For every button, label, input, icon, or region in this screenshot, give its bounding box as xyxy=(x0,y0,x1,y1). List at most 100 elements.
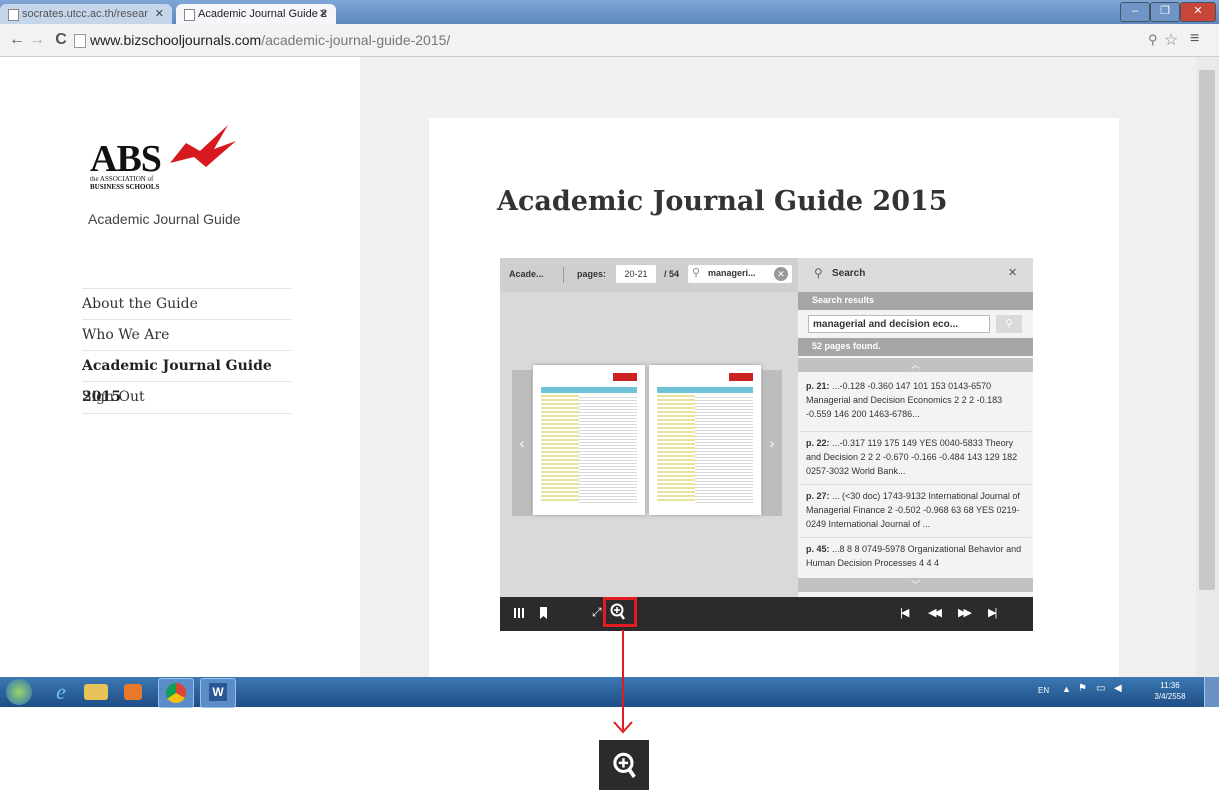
word-taskbar-button[interactable]: W xyxy=(200,678,236,708)
chrome-taskbar-button[interactable] xyxy=(158,678,194,708)
volume-icon[interactable]: ◀ xyxy=(1114,683,1122,694)
back-arrow-icon[interactable]: ← xyxy=(8,30,26,50)
clock[interactable]: 11:36 3/4/2558 xyxy=(1150,680,1190,702)
search-icon: ⚲ xyxy=(814,266,823,280)
menu-icon[interactable]: ≡ xyxy=(1190,30,1199,48)
divider xyxy=(800,537,1031,538)
bookmark-star-icon[interactable]: ☆ xyxy=(1164,30,1178,50)
search-query-input[interactable]: managerial and decision eco... xyxy=(808,315,990,333)
previous-page-icon[interactable]: ◀◀ xyxy=(928,606,942,619)
viewer-bottom-toolbar: ⤢ |◀ ◀◀ ▶▶ ▶| xyxy=(500,597,1033,631)
maximize-button[interactable]: ❐ xyxy=(1150,2,1180,22)
result-text: ...-0.317 119 175 149 YES 0040-5833 Theo… xyxy=(806,438,1018,476)
abs-logo[interactable]: ABS the ASSOCIATION of BUSINESS SCHOOLS xyxy=(90,125,250,207)
fullscreen-icon[interactable]: ⤢ xyxy=(592,605,602,620)
extension-icon[interactable]: ⚲ xyxy=(1148,32,1158,48)
callout-arrow-line xyxy=(622,630,624,730)
nav-academic-journal-guide-2015[interactable]: Academic Journal Guide 2015 xyxy=(82,350,292,405)
tab-socrates[interactable]: socrates.utcc.ac.th/resear ✕ xyxy=(0,4,172,24)
search-submit-button[interactable]: ⚲ xyxy=(996,315,1022,333)
pages-label: pages: xyxy=(577,269,607,279)
flipbook-viewer: Acade... pages: 20-21 / 54 ⚲ manageri...… xyxy=(500,258,1033,631)
action-center-flag-icon[interactable]: ⚑ xyxy=(1078,683,1087,694)
page-title: Academic Journal Guide 2015 xyxy=(497,186,948,217)
forward-arrow-icon[interactable]: → xyxy=(28,30,46,50)
divider xyxy=(563,267,564,283)
thumbnails-grid-icon[interactable] xyxy=(514,608,524,618)
page-favicon-icon xyxy=(184,9,195,21)
next-page-icon[interactable]: ▶▶ xyxy=(958,606,972,619)
logo-line2: BUSINESS SCHOOLS xyxy=(90,183,160,191)
reload-icon[interactable]: C xyxy=(52,30,70,50)
search-result-item[interactable]: p. 22: ...-0.317 119 175 149 YES 0040-58… xyxy=(806,436,1028,480)
callout-arrowhead-icon xyxy=(613,721,633,734)
search-result-item[interactable]: p. 27: ... (<30 doc) 1743-9132 Internati… xyxy=(806,489,1028,533)
result-page: p. 22: xyxy=(806,438,830,448)
next-page-arrow-icon[interactable]: › xyxy=(762,370,782,516)
zoom-highlight-box xyxy=(603,597,637,627)
scroll-down-chevron-icon[interactable]: ﹀ xyxy=(798,578,1033,592)
browser-toolbar: ← → C www.bizschooljournals.com/academic… xyxy=(0,24,1219,57)
chrome-icon xyxy=(166,683,186,703)
search-chip-text: manageri... xyxy=(708,268,756,278)
clock-time: 11:36 xyxy=(1160,681,1180,690)
last-page-icon[interactable]: ▶| xyxy=(988,606,997,619)
zoom-in-icon xyxy=(613,752,636,778)
show-desktop-button[interactable] xyxy=(1204,677,1219,707)
search-result-item[interactable]: p. 21: ...-0.128 -0.360 147 101 153 0143… xyxy=(806,379,1028,427)
search-results-heading-bar: Search results xyxy=(798,292,1033,310)
logo-line1: the ASSOCIATION of xyxy=(90,175,154,183)
address-bar[interactable]: www.bizschooljournals.com/academic-journ… xyxy=(90,30,1190,50)
right-page-thumbnail[interactable] xyxy=(649,365,761,515)
page-favicon-icon xyxy=(8,9,19,21)
close-window-button[interactable]: ✕ xyxy=(1180,2,1216,22)
bookmark-icon[interactable] xyxy=(540,607,547,619)
pages-input[interactable]: 20-21 xyxy=(616,265,656,283)
nav-sign-out[interactable]: Sign Out xyxy=(82,381,292,414)
first-page-icon[interactable]: |◀ xyxy=(900,606,909,619)
page-logo xyxy=(729,373,753,381)
scroll-up-chevron-icon[interactable]: ︿ xyxy=(798,358,1033,372)
pages-total: / 54 xyxy=(664,269,680,279)
result-page: p. 27: xyxy=(806,491,830,501)
table-header-strip xyxy=(657,387,753,393)
url-domain: www.bizschooljournals.com xyxy=(90,32,262,48)
scrollbar-thumb[interactable] xyxy=(1199,70,1215,590)
clear-search-icon[interactable]: ✕ xyxy=(774,267,788,281)
document-short-title: Acade... xyxy=(509,269,544,279)
page-icon xyxy=(74,34,86,48)
site-title[interactable]: Academic Journal Guide xyxy=(88,211,241,227)
nav-about-the-guide[interactable]: About the Guide xyxy=(82,288,292,320)
show-hidden-icons-icon[interactable]: ▲ xyxy=(1062,684,1071,694)
search-panel: ⚲ Search ✕ Search results managerial and… xyxy=(798,258,1033,597)
search-panel-header: ⚲ Search ✕ xyxy=(798,258,1033,292)
search-panel-title: Search xyxy=(832,268,866,279)
language-indicator[interactable]: EN xyxy=(1038,686,1049,695)
search-result-item[interactable]: p. 45: ...8 8 8 0749-5978 Organizational… xyxy=(806,542,1028,572)
search-results-heading: Search results xyxy=(812,295,875,305)
title-column xyxy=(657,395,695,503)
pages-found-text: 52 pages found. xyxy=(812,341,881,351)
start-button-icon[interactable] xyxy=(6,679,32,705)
url-path: /academic-journal-guide-2015/ xyxy=(261,32,451,48)
close-search-icon[interactable]: ✕ xyxy=(1008,266,1017,279)
network-icon[interactable]: ▭ xyxy=(1096,683,1105,694)
minimize-button[interactable]: – xyxy=(1120,2,1150,22)
title-column xyxy=(541,395,579,503)
search-chip[interactable]: ⚲ manageri... ✕ xyxy=(688,265,792,283)
found-bar: 52 pages found. xyxy=(798,338,1033,356)
left-page-thumbnail[interactable] xyxy=(533,365,645,515)
red-flag-logo-icon xyxy=(170,125,236,167)
nav-who-we-are[interactable]: Who We Are xyxy=(82,319,292,351)
tab-title: socrates.utcc.ac.th/resear xyxy=(22,8,148,20)
search-icon: ⚲ xyxy=(692,267,701,279)
previous-page-arrow-icon[interactable]: ‹ xyxy=(512,370,532,516)
page-content: ABS the ASSOCIATION of BUSINESS SCHOOLS … xyxy=(0,57,1196,677)
internet-explorer-icon[interactable]: e xyxy=(46,680,76,704)
tab-academic-journal-guide[interactable]: Academic Journal Guide 2 ✕ xyxy=(176,4,336,24)
file-explorer-icon[interactable] xyxy=(84,684,108,700)
close-tab-icon[interactable]: ✕ xyxy=(155,4,164,24)
media-player-icon[interactable] xyxy=(124,684,142,700)
table-header-strip xyxy=(541,387,637,393)
close-tab-icon[interactable]: ✕ xyxy=(319,4,328,24)
